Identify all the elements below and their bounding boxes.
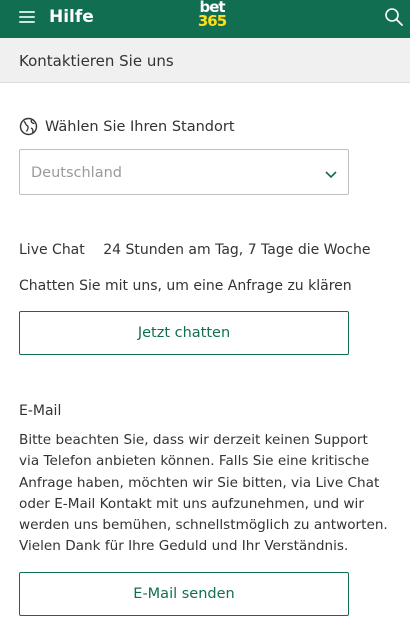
globe-icon	[19, 117, 38, 136]
email-notice-line: oder E-Mail Kontakt mit uns aufzunehmen,…	[19, 495, 364, 512]
hamburger-menu-icon[interactable]	[19, 10, 35, 24]
top-bar: Hilfe bet 365	[0, 0, 410, 38]
email-notice-line: Bitte beachten Sie, dass wir derzeit kei…	[19, 432, 368, 448]
start-chat-button[interactable]: Jetzt chatten	[19, 311, 349, 355]
live-chat-description: Chatten Sie mit uns, um eine Anfrage zu …	[19, 278, 352, 294]
country-select[interactable]: Deutschland	[19, 149, 349, 195]
email-notice-line: Vielen Dank für Ihre Geduld und Ihr Vers…	[19, 538, 349, 555]
country-select-value: Deutschland	[31, 165, 122, 181]
search-icon[interactable]	[384, 7, 404, 27]
email-notice-line: werden uns bemühen, schnellstmöglich zu …	[19, 517, 388, 534]
chevron-down-icon	[324, 166, 338, 180]
email-notice-line: Anfrage haben, möchten wir Sie bitten, v…	[19, 474, 380, 491]
send-email-button[interactable]: E-Mail senden	[19, 572, 349, 616]
sub-header: Kontaktieren Sie uns	[0, 38, 410, 83]
logo-text-bottom: 365	[197, 12, 227, 30]
section-title: Kontaktieren Sie uns	[19, 52, 174, 70]
page-title: Hilfe	[49, 7, 94, 27]
live-chat-hours: 24 Stunden am Tag, 7 Tage die Woche	[103, 242, 371, 258]
email-heading: E-Mail	[19, 403, 62, 419]
email-notice-line: via Telefon anbieten können. Falls Sie e…	[19, 453, 370, 470]
live-chat-label: Live Chat	[19, 242, 85, 258]
region-label: Wählen Sie Ihren Standort	[45, 119, 235, 135]
live-chat-heading: Live Chat 24 Stunden am Tag, 7 Tage die …	[19, 240, 370, 260]
email-notice: Bitte beachten Sie, dass wir derzeit kei…	[19, 430, 399, 558]
bet365-logo[interactable]: bet 365	[193, 0, 231, 34]
